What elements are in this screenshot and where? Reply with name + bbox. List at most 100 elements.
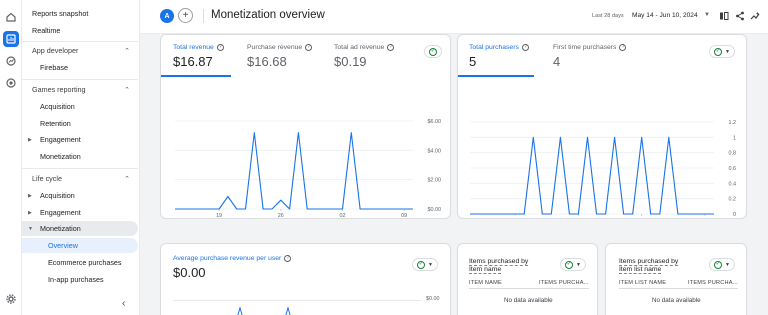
expand-arrow-icon: ▶: [28, 192, 32, 199]
card-title-line1: Items purchased by: [619, 258, 679, 266]
comparison-avatar[interactable]: A: [160, 9, 174, 23]
sidebar-item-ecommerce-purchases[interactable]: Ecommerce purchases: [22, 255, 138, 270]
metric-purchase-revenue[interactable]: Purchase revenue? $16.68: [247, 44, 313, 69]
column-header-item-list-name[interactable]: ITEM LIST NAME: [619, 280, 666, 286]
sidebar-item-games-monetization[interactable]: Monetization: [22, 149, 138, 164]
sidebar-divider: [22, 168, 138, 169]
card-title[interactable]: Items purchased by Item name: [469, 258, 529, 274]
metric-total-purchasers[interactable]: Total purchasers? 5: [469, 44, 529, 69]
add-comparison-button[interactable]: +: [178, 8, 193, 23]
metric-first-time-purchasers[interactable]: First time purchasers? 4: [553, 44, 627, 69]
series-line[interactable]: [175, 132, 413, 210]
sidebar-group-life-cycle[interactable]: Life cycle ⌃: [22, 171, 138, 186]
date-range-value[interactable]: May 14 - Jun 10, 2024: [632, 12, 698, 19]
settings-gear-icon[interactable]: [3, 291, 19, 307]
revenue-card: Total revenue? $16.87 Purchase revenue? …: [160, 34, 451, 219]
sidebar-item-games-retention[interactable]: Retention: [22, 116, 138, 131]
chevron-up-icon: ⌃: [124, 175, 130, 183]
metric-label: Total revenue: [173, 44, 214, 51]
metric-label: Average purchase revenue per user: [173, 255, 282, 262]
x-axis-tick-label: 02: [639, 218, 645, 219]
x-axis-tick-label: 26: [278, 213, 284, 219]
y-axis-tick-label: 0.2: [729, 197, 737, 203]
sidebar-item-games-engagement[interactable]: ▶ Engagement: [22, 132, 138, 147]
y-axis-tick-label: $0.00: [428, 207, 442, 213]
page-header: A + Monetization overview Last 28 days M…: [140, 0, 768, 34]
sidebar-item-realtime[interactable]: Realtime: [22, 23, 138, 38]
help-icon[interactable]: ?: [619, 44, 627, 51]
data-quality-status[interactable]: ✓ ▼: [709, 258, 735, 271]
sidebar-item-lifecycle-monetization[interactable]: ▼ Monetization: [22, 221, 138, 236]
share-icon[interactable]: [734, 10, 746, 22]
insights-icon[interactable]: [749, 10, 761, 22]
sidebar-item-reports-snapshot[interactable]: Reports snapshot: [22, 6, 138, 21]
reports-sidebar: Reports snapshot Realtime App developer …: [22, 0, 140, 315]
card-title-line2: Item list name: [619, 266, 662, 274]
data-quality-status[interactable]: ✓ ▼: [412, 258, 438, 271]
metric-value: 4: [553, 54, 561, 69]
y-axis-tick-label: 0.8: [729, 151, 737, 157]
help-icon[interactable]: ?: [305, 44, 313, 51]
date-range-label[interactable]: Last 28 days: [592, 13, 624, 19]
sidebar-group-app-developer[interactable]: App developer ⌃: [22, 43, 138, 58]
sidebar-group-label: Life cycle: [32, 174, 62, 183]
check-circle-icon: ✓: [429, 47, 437, 56]
help-icon[interactable]: ?: [387, 44, 395, 51]
metric-label: Total ad revenue: [334, 44, 385, 51]
data-quality-status[interactable]: ✓ ▼: [560, 258, 586, 271]
help-icon[interactable]: ?: [284, 255, 292, 262]
customize-report-icon[interactable]: [718, 10, 730, 22]
sidebar-item-overview[interactable]: Overview: [22, 238, 138, 253]
date-range-dropdown-icon[interactable]: ▼: [704, 12, 710, 18]
metric-total-revenue[interactable]: Total revenue? $16.87: [173, 44, 224, 69]
column-header-items-purchased[interactable]: ITEMS PURCHA...: [539, 280, 589, 286]
no-data-message: No data available: [652, 297, 701, 304]
data-quality-status[interactable]: ✓: [424, 45, 442, 58]
data-quality-status[interactable]: ✓ ▼: [709, 45, 735, 58]
metric-value: 5: [469, 54, 477, 69]
column-header-item-name[interactable]: ITEM NAME: [469, 280, 502, 286]
check-circle-icon: ✓: [565, 260, 574, 269]
x-axis-tick-label: 19: [216, 213, 222, 219]
metric-value: $0.00: [173, 265, 206, 280]
purchasers-card: Total purchasers? 5 First time purchaser…: [457, 34, 747, 219]
metric-arppu[interactable]: Average purchase revenue per user? $0.00: [173, 255, 292, 280]
sidebar-group-games-reporting[interactable]: Games reporting ⌃: [22, 82, 138, 97]
sidebar-item-firebase[interactable]: Firebase: [22, 60, 138, 75]
items-by-item-list-name-card: Items purchased by Item list name ✓ ▼ IT…: [605, 243, 747, 315]
card-title[interactable]: Items purchased by Item list name: [619, 258, 679, 274]
home-icon[interactable]: [3, 9, 19, 25]
sidebar-divider: [22, 41, 138, 42]
dropdown-arrow-icon: ▼: [576, 261, 581, 268]
metric-value: $16.68: [247, 54, 287, 69]
table-header-divider: [619, 288, 738, 289]
arppu-chart-peaks: [237, 306, 291, 315]
help-icon[interactable]: ?: [521, 44, 529, 51]
column-header-items-purchased[interactable]: ITEMS PURCHA...: [688, 280, 738, 286]
series-line[interactable]: [470, 136, 714, 215]
table-header-divider: [469, 288, 589, 289]
explore-icon[interactable]: [3, 53, 19, 69]
metric-value: $0.19: [334, 54, 367, 69]
x-axis-tick-label: 26: [575, 218, 581, 219]
metric-value: $16.87: [173, 54, 213, 69]
metric-label: First time purchasers: [553, 44, 617, 51]
sidebar-item-lifecycle-acquisition[interactable]: ▶ Acquisition: [22, 188, 138, 203]
reports-icon[interactable]: [3, 31, 19, 47]
chevron-up-icon: ⌃: [124, 47, 130, 55]
collapse-arrow-icon: ▼: [28, 225, 33, 232]
advertising-icon[interactable]: [3, 75, 19, 91]
expand-arrow-icon: ▶: [28, 209, 32, 216]
check-circle-icon: ✓: [417, 260, 426, 269]
sidebar-item-lifecycle-engagement[interactable]: ▶ Engagement: [22, 205, 138, 220]
collapse-sidebar-chevron-left-icon[interactable]: ‹: [122, 298, 125, 309]
metric-total-ad-revenue[interactable]: Total ad revenue? $0.19: [334, 44, 395, 69]
sidebar-item-label: Acquisition: [40, 191, 75, 200]
y-axis-tick-label: 0.6: [729, 166, 737, 172]
card-title-line2: Item name: [469, 266, 502, 274]
sidebar-item-in-app-purchases[interactable]: In-app purchases: [22, 272, 138, 287]
help-icon[interactable]: ?: [216, 44, 224, 51]
sidebar-item-games-acquisition[interactable]: Acquisition: [22, 99, 138, 114]
check-circle-icon: ✓: [714, 47, 723, 56]
x-axis-tick-label: 09: [401, 213, 407, 219]
